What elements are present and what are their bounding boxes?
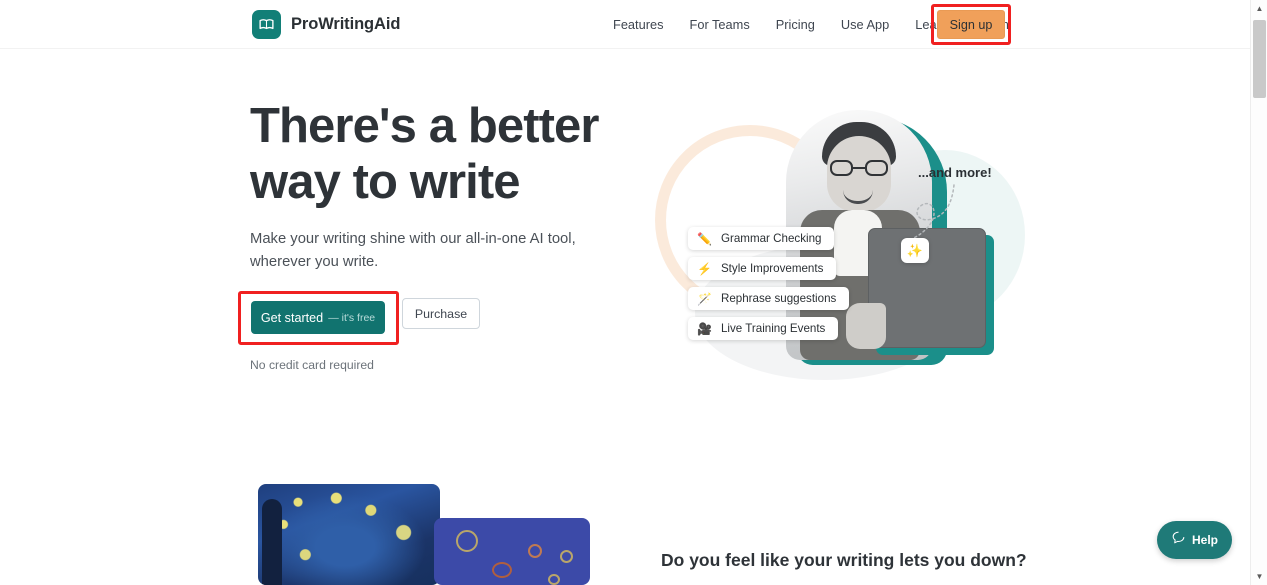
feature-pill-rephrase-suggestions: 🪄 Rephrase suggestions	[688, 287, 850, 310]
feature-pill-grammar-checking: ✏️ Grammar Checking	[688, 227, 835, 250]
lightning-icon: ⚡	[697, 261, 712, 276]
hero-title-line-2: way to write	[250, 155, 521, 209]
person-hand	[846, 303, 886, 349]
feature-pill-live-training-events: 🎥 Live Training Events	[688, 317, 839, 340]
glasses-icon	[830, 160, 888, 176]
browser-viewport: ProWritingAid Features For Teams Pricing…	[0, 0, 1267, 585]
nav-item-features[interactable]: Features	[600, 0, 677, 49]
feature-pill-label: Style Improvements	[720, 262, 824, 275]
no-credit-card-note: No credit card required	[250, 358, 374, 372]
get-started-suffix: — it's free	[328, 311, 376, 324]
movie-camera-icon: 🎥	[697, 321, 712, 336]
get-started-button[interactable]: Get started — it's free	[251, 301, 385, 334]
magic-wand-icon: 🪄	[697, 291, 712, 306]
pencil-icon: ✏️	[697, 231, 712, 246]
hero-title-line-1: There's a better	[250, 99, 599, 153]
artwork-starry-night	[258, 484, 440, 585]
and-more-annotation: ...and more!	[918, 165, 992, 180]
help-widget-label: Help	[1191, 533, 1218, 547]
feature-pill-style-improvements: ⚡ Style Improvements	[688, 257, 837, 280]
nav-item-pricing[interactable]: Pricing	[763, 0, 828, 49]
hero-subtitle: Make your writing shine with our all-in-…	[250, 231, 576, 270]
hero-illustration: ✏️ Grammar Checking ⚡ Style Improvements…	[640, 95, 1030, 380]
book-logo-icon	[252, 10, 281, 39]
scroll-up-arrow-icon[interactable]: ▲	[1251, 0, 1267, 17]
sparkle-icon: ✨	[901, 238, 929, 263]
cta-annotation-wrapper: Get started — it's free	[238, 291, 399, 345]
brand-name: ProWritingAid	[291, 15, 401, 33]
chat-bubble-icon	[1171, 530, 1186, 550]
site-header: ProWritingAid Features For Teams Pricing…	[0, 0, 1250, 49]
feature-pill-label: Grammar Checking	[720, 232, 822, 245]
scrollbar-thumb[interactable]	[1253, 20, 1266, 98]
feature-pill-label: Rephrase suggestions	[720, 292, 837, 305]
purchase-button[interactable]: Purchase	[402, 298, 480, 329]
nav-item-use-app[interactable]: Use App	[828, 0, 902, 49]
signup-annotation-wrapper: Sign up	[931, 4, 1011, 45]
page-scrollbar[interactable]: ▲ ▼	[1250, 0, 1267, 585]
dotted-arrow-icon	[905, 184, 955, 242]
scroll-down-arrow-icon[interactable]: ▼	[1251, 568, 1267, 585]
feature-pill-label: Live Training Events	[720, 322, 826, 335]
page-title: There's a better way to write	[250, 98, 670, 210]
help-widget-button[interactable]: Help	[1157, 521, 1232, 559]
brand-logo[interactable]: ProWritingAid	[252, 10, 400, 39]
section-heading: Do you feel like your writing lets you d…	[661, 550, 1027, 570]
get-started-label: Get started	[260, 310, 324, 325]
signup-button[interactable]: Sign up	[937, 10, 1005, 39]
artwork-blue-doodles	[434, 518, 590, 585]
nav-item-for-teams[interactable]: For Teams	[677, 0, 763, 49]
